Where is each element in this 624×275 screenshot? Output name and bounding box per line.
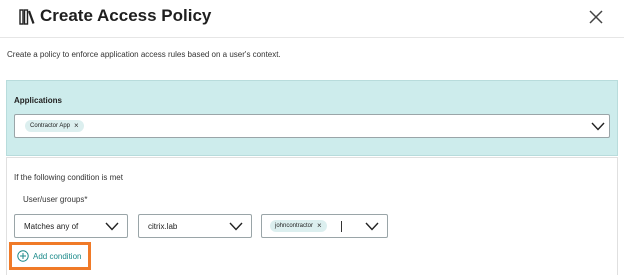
dialog-header: Create Access Policy bbox=[0, 0, 624, 38]
chevron-down-icon[interactable] bbox=[105, 222, 119, 231]
close-icon[interactable] bbox=[588, 9, 604, 25]
chevron-down-icon[interactable] bbox=[229, 222, 243, 231]
add-condition-label: Add condition bbox=[33, 251, 82, 261]
match-type-value: Matches any of bbox=[24, 222, 79, 231]
chevron-down-icon[interactable] bbox=[365, 222, 379, 231]
book-shelf-icon bbox=[19, 9, 35, 25]
user-groups-select[interactable]: johncontractor × bbox=[261, 214, 388, 238]
chevron-down-icon[interactable] bbox=[591, 122, 605, 131]
dialog-description: Create a policy to enforce application a… bbox=[7, 50, 281, 59]
applications-label: Applications bbox=[14, 96, 63, 105]
domain-value: citrix.lab bbox=[148, 222, 178, 231]
condition-heading: If the following condition is met bbox=[14, 173, 123, 182]
add-condition-button[interactable]: Add condition bbox=[9, 242, 91, 270]
user-chip: johncontractor × bbox=[270, 220, 327, 232]
remove-chip-icon[interactable]: × bbox=[317, 222, 322, 230]
user-chip-label: johncontractor bbox=[275, 223, 314, 229]
user-groups-label: User/user groups* bbox=[23, 195, 88, 204]
applications-select[interactable]: Contractor App × bbox=[14, 114, 610, 138]
application-chip: Contractor App × bbox=[25, 120, 84, 132]
page-title: Create Access Policy bbox=[40, 6, 212, 25]
text-cursor bbox=[341, 221, 342, 232]
application-chip-label: Contractor App bbox=[30, 123, 71, 129]
plus-circle-icon bbox=[17, 250, 29, 262]
remove-chip-icon[interactable]: × bbox=[74, 122, 79, 130]
match-type-select[interactable]: Matches any of bbox=[14, 214, 128, 238]
domain-select[interactable]: citrix.lab bbox=[138, 214, 252, 238]
